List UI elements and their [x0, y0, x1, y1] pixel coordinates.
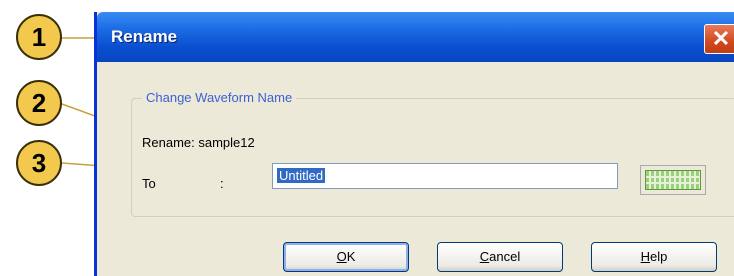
cancel-rest: ancel	[489, 249, 521, 264]
close-icon: ✕	[711, 26, 731, 51]
to-label: To	[142, 176, 156, 191]
callout-3: 3	[16, 140, 62, 186]
title-bar[interactable]: Rename ✕	[97, 12, 734, 62]
help-accel: H	[640, 249, 651, 264]
group-legend: Change Waveform Name	[142, 90, 297, 105]
rename-current-name: Rename: sample12	[142, 135, 255, 150]
rename-dialog: Rename ✕ Change Waveform Name Rename: sa…	[94, 12, 734, 276]
ok-accel: O	[336, 249, 347, 264]
dialog-title: Rename	[111, 27, 178, 46]
callout-2: 2	[16, 80, 62, 126]
close-button[interactable]: ✕	[704, 24, 734, 54]
callout-1: 1	[16, 14, 62, 60]
help-button[interactable]: Help	[591, 242, 717, 272]
new-name-input[interactable]: Untitled	[272, 163, 618, 189]
ok-rest: K	[346, 249, 356, 264]
change-waveform-name-group: Change Waveform Name Rename: sample12 To…	[131, 90, 734, 217]
help-rest: elp	[650, 249, 668, 264]
keyboard-button[interactable]	[640, 165, 706, 195]
cancel-button[interactable]: Cancel	[437, 242, 563, 272]
to-colon: :	[220, 176, 224, 191]
cancel-accel: C	[479, 249, 490, 264]
new-name-value: Untitled	[277, 168, 326, 183]
ok-button[interactable]: OK	[283, 242, 409, 272]
keyboard-icon	[645, 170, 701, 190]
